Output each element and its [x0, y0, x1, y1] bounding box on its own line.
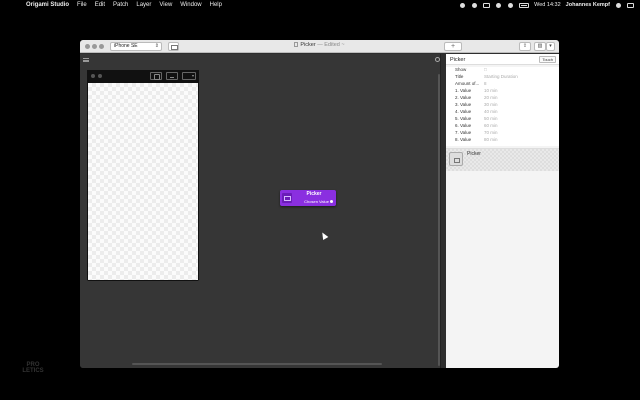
library-item-label[interactable]: Picker: [467, 151, 481, 157]
prototype-viewer: ▾: [87, 70, 199, 281]
picker-patch-icon: [282, 193, 292, 203]
node-title: Picker: [306, 191, 322, 197]
document-name: Picker: [300, 42, 316, 48]
bluetooth-icon[interactable]: [495, 2, 502, 8]
property-label: Title: [455, 74, 464, 79]
property-label: Amount of...: [455, 81, 480, 86]
property-row[interactable]: 5. Value 50 min: [455, 116, 498, 123]
menu-patch[interactable]: Patch: [113, 2, 128, 8]
menu-edit[interactable]: Edit: [95, 2, 105, 8]
document-title: Picker — Edited ~: [80, 42, 559, 48]
viewer-minimize-button[interactable]: [98, 74, 102, 78]
layout-menu-chevron-icon[interactable]: ▾: [546, 42, 555, 51]
viewer-screen[interactable]: [88, 83, 198, 280]
port-dot-icon[interactable]: [330, 200, 333, 203]
add-patch-button[interactable]: +: [444, 42, 462, 51]
property-value[interactable]: Starting Duration: [484, 74, 518, 81]
property-value[interactable]: 30 min: [484, 102, 498, 109]
property-row[interactable]: 6. Value 60 min: [455, 123, 498, 130]
property-label: 4. Value: [455, 109, 472, 114]
hamburger-icon[interactable]: [83, 58, 89, 62]
viewer-menu-chevron-icon[interactable]: ▾: [182, 72, 196, 80]
viewer-close-button[interactable]: [91, 74, 95, 78]
property-row[interactable]: 2. Value 20 min: [455, 95, 498, 102]
share-button[interactable]: ⇪: [519, 42, 531, 51]
viewer-toolbar: ▾: [87, 70, 199, 82]
property-label: 6. Value: [455, 123, 472, 128]
property-row[interactable]: 1. Value 10 min: [455, 88, 498, 95]
property-label: 3. Value: [455, 102, 472, 107]
menu-app[interactable]: Origami Studio: [26, 2, 69, 8]
property-row[interactable]: Amount of... 8: [455, 81, 487, 88]
battery-icon[interactable]: [519, 2, 530, 8]
patch-editor-canvas[interactable]: ▾ Picker Chosen Value: [80, 54, 441, 368]
output-port[interactable]: Chosen Value: [304, 199, 333, 204]
menu-window[interactable]: Window: [180, 2, 201, 8]
menu-layer[interactable]: Layer: [136, 2, 151, 8]
record-icon[interactable]: [471, 2, 478, 8]
titlebar: iPhone SE ⇕ Picker — Edited ~ + ⇪ ▥ ▾: [80, 40, 559, 53]
menu-extra-icon[interactable]: [483, 2, 491, 8]
gear-icon[interactable]: [435, 57, 440, 62]
menu-file[interactable]: File: [77, 2, 87, 8]
vertical-scrollbar[interactable]: [438, 74, 440, 366]
property-row[interactable]: 3. Value 30 min: [455, 102, 498, 109]
picker-library-icon[interactable]: [449, 152, 463, 166]
property-label: 7. Value: [455, 130, 472, 135]
user-name[interactable]: Johannes Kempf: [566, 2, 610, 8]
patch-library: Picker: [446, 149, 559, 171]
app-window: iPhone SE ⇕ Picker — Edited ~ + ⇪ ▥ ▾ ▾: [80, 40, 559, 368]
clock[interactable]: Wed 14:32: [534, 2, 561, 8]
property-value[interactable]: 8: [484, 81, 487, 88]
property-value[interactable]: 10 min: [484, 88, 498, 95]
property-value[interactable]: 40 min: [484, 109, 498, 116]
cloud-icon[interactable]: [459, 2, 466, 8]
property-label: 1. Value: [455, 88, 472, 93]
menubar: Origami Studio File Edit Patch Layer Vie…: [0, 0, 640, 10]
status-area: Wed 14:32 Johannes Kempf: [459, 0, 634, 10]
inspector-panel: Picker Touch Show □ Title Starting Duratio…: [446, 54, 559, 368]
notification-center-icon[interactable]: [627, 2, 634, 8]
output-port-label: Chosen Value: [304, 199, 329, 204]
document-status[interactable]: — Edited ~: [317, 42, 344, 48]
property-row[interactable]: 4. Value 40 min: [455, 109, 498, 116]
mouse-cursor-icon: [319, 230, 329, 241]
search-icon[interactable]: [615, 2, 622, 8]
menu-view[interactable]: View: [159, 2, 172, 8]
show-checkbox[interactable]: □: [484, 67, 487, 74]
property-label: 5. Value: [455, 116, 472, 121]
property-label: 2. Value: [455, 95, 472, 100]
property-value[interactable]: 70 min: [484, 130, 498, 137]
property-value[interactable]: 80 min: [484, 137, 498, 144]
property-value[interactable]: 50 min: [484, 116, 498, 123]
property-value[interactable]: 60 min: [484, 123, 498, 130]
watermark-logo: PRO LETICS: [22, 362, 44, 374]
document-icon: [294, 42, 299, 47]
camera-icon[interactable]: [150, 72, 162, 80]
inspector-header: Picker Touch: [446, 54, 559, 65]
image-icon[interactable]: [166, 72, 178, 80]
menu-help[interactable]: Help: [210, 2, 222, 8]
picker-patch-node[interactable]: Picker Chosen Value: [280, 190, 336, 206]
property-label: 8. Value: [455, 137, 472, 142]
property-value[interactable]: 20 min: [484, 95, 498, 102]
property-row[interactable]: 7. Value 70 min: [455, 130, 498, 137]
horizontal-scrollbar[interactable]: [132, 363, 382, 365]
property-row[interactable]: Show □: [455, 67, 487, 74]
touch-button[interactable]: Touch: [539, 56, 556, 63]
property-row[interactable]: 8. Value 80 min: [455, 137, 498, 144]
property-list: Show □ Title Starting Duration Amount of..…: [446, 67, 559, 146]
wifi-icon[interactable]: [507, 2, 514, 8]
inspector-title: Picker: [450, 57, 466, 63]
property-row[interactable]: Title Starting Duration: [455, 74, 518, 81]
property-label: Show: [455, 67, 467, 72]
layout-toggle-button[interactable]: ▥: [534, 42, 546, 51]
